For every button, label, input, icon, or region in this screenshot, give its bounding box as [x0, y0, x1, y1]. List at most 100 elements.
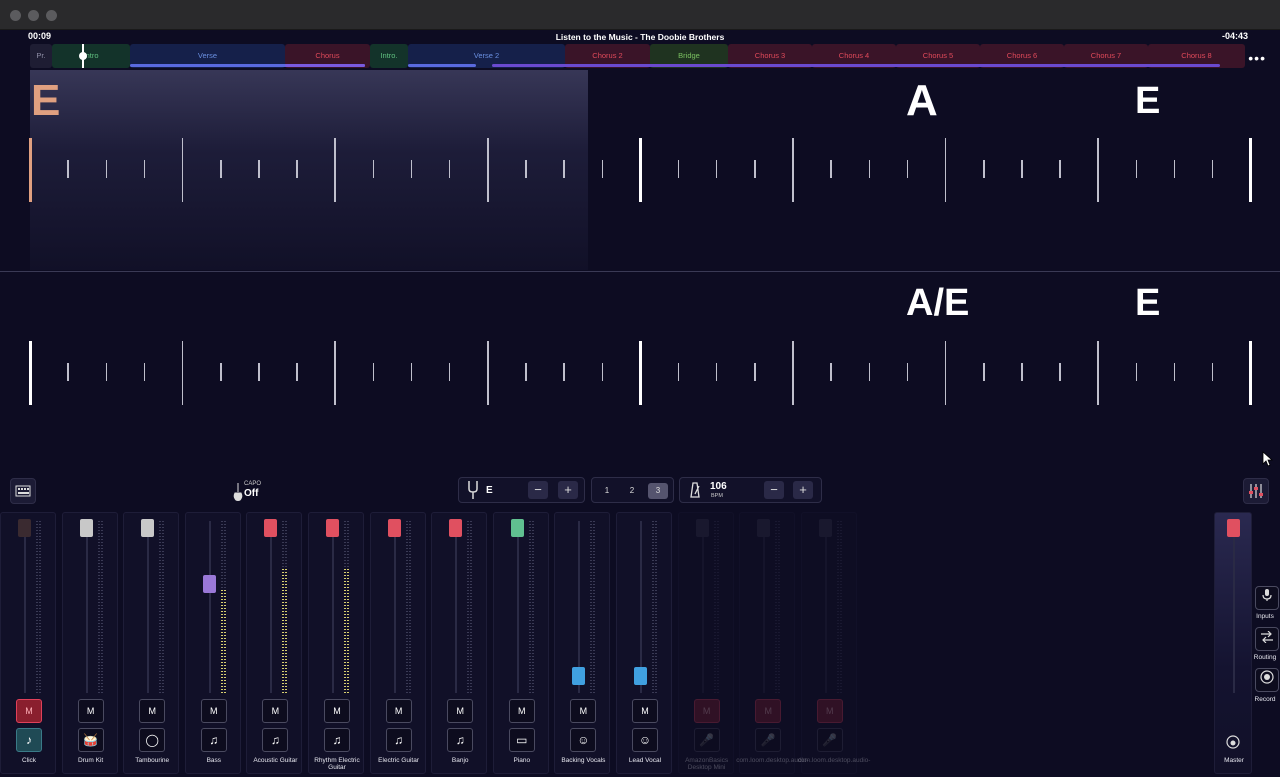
- level-meter: [282, 521, 285, 693]
- mute-button[interactable]: M: [693, 699, 720, 723]
- mute-button[interactable]: M: [755, 699, 782, 723]
- fader-handle[interactable]: [572, 667, 586, 686]
- mute-button[interactable]: M: [324, 699, 350, 723]
- master-fader-handle[interactable]: [1227, 519, 1240, 537]
- fader-handle[interactable]: [202, 575, 216, 594]
- instrument-icon[interactable]: ☺: [632, 728, 658, 752]
- window-titlebar: [0, 0, 1280, 30]
- mute-button[interactable]: M: [570, 699, 597, 723]
- fader-track[interactable]: [147, 521, 150, 693]
- fader-track[interactable]: [270, 521, 273, 693]
- fader-track[interactable]: [701, 521, 704, 693]
- master-strip: Master: [1214, 512, 1252, 774]
- fader-track[interactable]: [763, 521, 766, 693]
- fader-handle[interactable]: [510, 519, 524, 537]
- fader-track[interactable]: [208, 521, 211, 693]
- mixer-settings-icon[interactable]: [1243, 478, 1269, 504]
- instrument-icon[interactable]: 🥁: [77, 728, 104, 752]
- fader-handle[interactable]: [264, 519, 278, 537]
- channel-label: AmazonBasics Desktop Mini: [685, 757, 729, 771]
- instrument-icon[interactable]: 🎤: [693, 728, 720, 752]
- fader-handle[interactable]: [818, 519, 832, 537]
- channel-label: Click: [21, 757, 37, 764]
- bar-line: [944, 138, 947, 202]
- fader-track[interactable]: [455, 521, 458, 693]
- mute-button[interactable]: M: [77, 699, 104, 723]
- key-up-button[interactable]: +: [558, 481, 578, 499]
- beat-tick: [715, 363, 718, 381]
- mute-button[interactable]: M: [385, 699, 412, 723]
- meter-fill: [220, 589, 223, 693]
- instrument-icon[interactable]: ♫: [262, 728, 289, 752]
- chord: A/E: [906, 282, 970, 324]
- capo-control[interactable]: CAPO Off: [233, 481, 273, 501]
- instrument-icon[interactable]: ☺: [570, 728, 597, 752]
- level-meter: [652, 521, 654, 693]
- key-down-button[interactable]: −: [528, 481, 548, 499]
- instrument-icon[interactable]: 🎤: [816, 728, 843, 752]
- level-meter: [531, 521, 534, 693]
- fader-handle[interactable]: [141, 519, 155, 537]
- mute-button[interactable]: M: [632, 699, 658, 723]
- more-options-icon[interactable]: •••: [1248, 50, 1266, 66]
- tempo-down-button[interactable]: −: [764, 481, 784, 499]
- fader-handle[interactable]: [634, 667, 647, 686]
- fader-handle[interactable]: [695, 519, 709, 537]
- fader-handle[interactable]: [449, 519, 463, 537]
- measure-line-major: [28, 341, 32, 405]
- playhead-handle[interactable]: [79, 52, 87, 60]
- section-intro[interactable]: Intro.: [370, 44, 408, 68]
- section-intro[interactable]: Intro: [52, 44, 130, 68]
- mute-button[interactable]: M: [508, 699, 535, 723]
- fader-handle[interactable]: [79, 519, 93, 537]
- mute-button[interactable]: M: [262, 699, 289, 723]
- beat-tick: [372, 160, 375, 178]
- record-button[interactable]: [1255, 668, 1279, 692]
- fader-track[interactable]: [85, 521, 88, 693]
- fader-handle[interactable]: [18, 519, 31, 537]
- mute-button[interactable]: M: [200, 699, 227, 723]
- mute-button[interactable]: M: [16, 699, 42, 723]
- beat-tick: [1173, 160, 1176, 178]
- instrument-icon[interactable]: ♫: [447, 728, 474, 752]
- capo-value: Off: [244, 488, 259, 499]
- count-option-2[interactable]: 2: [622, 483, 642, 499]
- routing-button[interactable]: [1255, 627, 1279, 651]
- mute-button[interactable]: M: [816, 699, 843, 723]
- fader-track[interactable]: [24, 521, 26, 693]
- minimize-window-button[interactable]: [28, 10, 39, 21]
- instrument-icon[interactable]: 🎤: [755, 728, 782, 752]
- fader-handle[interactable]: [757, 519, 771, 537]
- meter-fill: [282, 569, 285, 693]
- count-option-3[interactable]: 3: [648, 483, 668, 499]
- bar-line: [181, 138, 184, 202]
- master-fader-track[interactable]: [1233, 521, 1235, 693]
- fader-track[interactable]: [824, 521, 827, 693]
- fader-track[interactable]: [393, 521, 396, 693]
- chord: A: [906, 76, 938, 125]
- fader-handle[interactable]: [326, 519, 339, 537]
- keyboard-icon[interactable]: [10, 478, 36, 504]
- instrument-icon[interactable]: ◯: [139, 728, 166, 752]
- instrument-icon[interactable]: ♫: [385, 728, 412, 752]
- section-progress-bar: [285, 64, 365, 67]
- mute-button[interactable]: M: [447, 699, 474, 723]
- instrument-icon[interactable]: ♫: [324, 728, 350, 752]
- fader-track[interactable]: [516, 521, 519, 693]
- beat-tick: [983, 363, 985, 381]
- inputs-button[interactable]: [1255, 586, 1279, 610]
- meter-fill: [223, 589, 226, 693]
- channel-strip-com-loom-desktop-audio: M 🎤 com.loom.desktop.audio-: [798, 512, 870, 774]
- instrument-icon[interactable]: ▭: [508, 728, 535, 752]
- level-meter: [36, 521, 38, 693]
- section-pr[interactable]: Pr.: [30, 44, 52, 68]
- fader-track[interactable]: [332, 521, 334, 693]
- count-option-1[interactable]: 1: [597, 483, 617, 499]
- close-window-button[interactable]: [10, 10, 21, 21]
- instrument-icon[interactable]: ♫: [200, 728, 227, 752]
- fader-handle[interactable]: [387, 519, 401, 537]
- zoom-window-button[interactable]: [46, 10, 57, 21]
- instrument-icon[interactable]: ♪: [16, 728, 42, 752]
- tempo-up-button[interactable]: +: [793, 481, 813, 499]
- mute-button[interactable]: M: [139, 699, 166, 723]
